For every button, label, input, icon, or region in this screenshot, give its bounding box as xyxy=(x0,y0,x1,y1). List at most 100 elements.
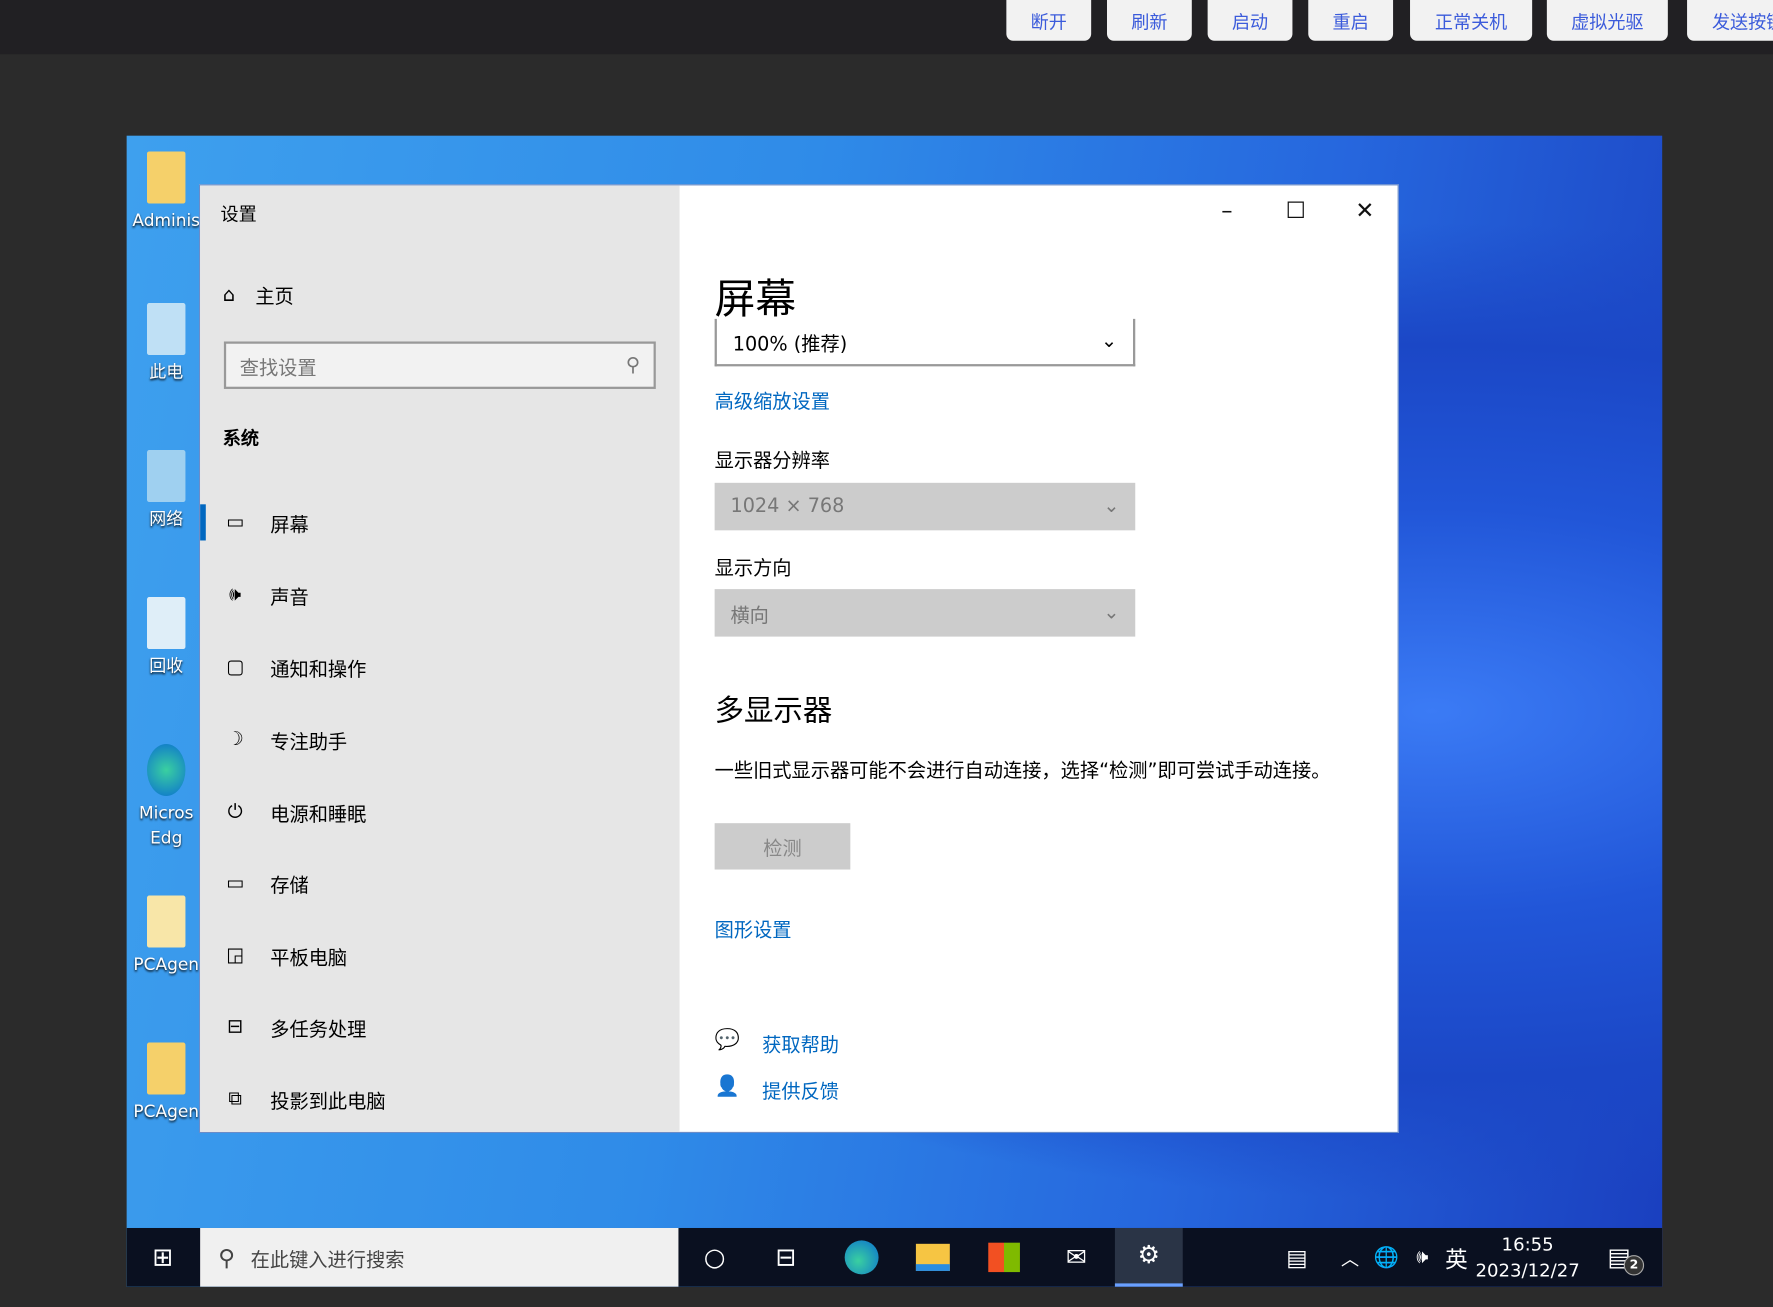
store-icon xyxy=(988,1242,1020,1273)
orientation-dropdown[interactable]: 横向 ⌄ xyxy=(714,589,1136,637)
send-keys-button[interactable]: 发送按键 xyxy=(1687,0,1773,41)
nav-label: 声音 xyxy=(270,586,309,609)
desktop-icon-pcagent-2[interactable]: PCAgen xyxy=(127,1042,206,1124)
resolution-dropdown[interactable]: 1024 × 768 ⌄ xyxy=(714,482,1136,531)
start-button[interactable]: 启动 xyxy=(1207,0,1293,41)
notification-icon: ▢ xyxy=(226,655,245,679)
shutdown-button[interactable]: 正常关机 xyxy=(1410,0,1533,41)
settings-search-input[interactable]: 查找设置 ⚲ xyxy=(223,341,656,389)
detect-button[interactable]: 检测 xyxy=(714,823,851,870)
nav-storage[interactable]: ▭ 存储 xyxy=(200,860,679,905)
nav-label: 平板电脑 xyxy=(270,946,348,970)
desktop-icon-edge[interactable]: Micros Edg xyxy=(127,744,206,850)
help-icon: 💬 xyxy=(714,1027,740,1052)
feedback-link[interactable]: 提供反馈 xyxy=(762,1075,839,1104)
taskbar-search-input[interactable]: ⚲ 在此键入进行搜索 xyxy=(200,1227,679,1287)
notification-count: 2 xyxy=(1623,1255,1645,1276)
edge-taskbar-button[interactable] xyxy=(828,1228,896,1287)
nav-multitasking[interactable]: ⊟ 多任务处理 xyxy=(200,1004,679,1049)
nav-sound[interactable]: 🕪 声音 xyxy=(200,572,679,617)
section-heading: 系统 xyxy=(222,427,259,449)
edge-icon xyxy=(146,744,186,797)
desktop-icon-admin[interactable]: Adminis xyxy=(127,151,206,233)
icon-label: 网络 xyxy=(149,508,184,530)
nav-power-sleep[interactable]: ⏻ 电源和睡眠 xyxy=(200,789,679,834)
icon-label: PCAgen xyxy=(133,1101,200,1122)
advanced-scaling-link[interactable]: 高级缩放设置 xyxy=(715,386,830,414)
icon-label: PCAgen xyxy=(133,954,200,975)
page-title: 屏幕 xyxy=(714,277,797,324)
scale-dropdown[interactable]: 100% (推荐) ⌄ xyxy=(714,318,1136,367)
minimize-button[interactable]: – xyxy=(1210,197,1244,224)
refresh-button[interactable]: 刷新 xyxy=(1106,0,1192,41)
orientation-value: 横向 xyxy=(730,604,769,627)
ime-button[interactable]: 英 xyxy=(1439,1228,1473,1287)
gear-icon: ⚙ xyxy=(1137,1241,1160,1270)
icon-label: 回收 xyxy=(149,655,184,677)
windows-icon: ⊞ xyxy=(152,1243,174,1272)
home-link[interactable]: ⌂ 主页 xyxy=(223,280,294,308)
user-folder-icon xyxy=(146,151,186,204)
desktop-icon-pcagent-1[interactable]: PCAgen xyxy=(127,895,206,977)
taskbar: ⊞ ⚲ 在此键入进行搜索 ○ ⊟ ✉ ⚙ ▤ ︿ 🌐 🕪 英 16:55 2023/… xyxy=(126,1227,1663,1287)
nav-tablet[interactable]: ◲ 平板电脑 xyxy=(200,933,679,978)
desktop-icon-recycle-bin[interactable]: 回收 xyxy=(127,597,206,678)
desktop-icon-this-pc[interactable]: 此电 xyxy=(127,303,206,384)
file-explorer-button[interactable] xyxy=(899,1228,967,1287)
monitor-icon: ▭ xyxy=(226,511,245,534)
clock[interactable]: 16:55 2023/12/27 xyxy=(1474,1231,1580,1283)
start-button[interactable]: ⊞ xyxy=(129,1228,197,1287)
nav-focus-assist[interactable]: ☽ 专注助手 xyxy=(200,717,679,762)
icon-label: Adminis xyxy=(132,210,201,231)
action-center-button[interactable]: ▤ 2 xyxy=(1585,1228,1653,1287)
news-button[interactable]: ▤ xyxy=(1263,1228,1331,1287)
show-hidden-icons-button[interactable]: ︿ xyxy=(1333,1228,1367,1287)
vm-desktop: Adminis 此电 网络 回收 Micros Edg PCAgen PCAgen… xyxy=(126,135,1663,1287)
resolution-label: 显示器分辨率 xyxy=(714,450,830,473)
news-icon: ▤ xyxy=(1286,1243,1308,1271)
home-icon: ⌂ xyxy=(222,283,235,306)
mail-button[interactable]: ✉ xyxy=(1043,1228,1111,1287)
date: 2023/12/27 xyxy=(1475,1259,1580,1282)
search-placeholder: 在此键入进行搜索 xyxy=(250,1248,405,1272)
icon-label: 此电 xyxy=(149,361,184,383)
nav-label: 屏幕 xyxy=(270,513,309,537)
chevron-up-icon: ︿ xyxy=(1341,1248,1360,1270)
nav-project[interactable]: ⧉ 投影到此电脑 xyxy=(200,1076,679,1121)
virtual-drive-button[interactable]: 虚拟光驱 xyxy=(1546,0,1668,41)
nav-label: 投影到此电脑 xyxy=(270,1090,386,1114)
window-title: 设置 xyxy=(220,203,257,226)
home-label: 主页 xyxy=(255,286,294,309)
globe-icon: 🌐 xyxy=(1373,1245,1399,1270)
maximize-button[interactable]: ☐ xyxy=(1279,197,1313,224)
power-icon: ⏻ xyxy=(227,800,243,824)
disconnect-button[interactable]: 断开 xyxy=(1006,0,1092,41)
resolution-value: 1024 × 768 xyxy=(730,495,845,518)
nav-display[interactable]: ▭ 屏幕 xyxy=(200,500,679,545)
settings-taskbar-button[interactable]: ⚙ xyxy=(1114,1227,1183,1287)
vm-toolbar: 断开 刷新 启动 重启 正常关机 虚拟光驱 发送按键 xyxy=(0,0,1773,55)
orientation-label: 显示方向 xyxy=(714,557,792,581)
desktop-icon-network[interactable]: 网络 xyxy=(127,450,206,531)
moon-icon: ☽ xyxy=(226,728,244,751)
get-help-link[interactable]: 获取帮助 xyxy=(762,1029,839,1058)
network-tray-button[interactable]: 🌐 xyxy=(1369,1228,1403,1287)
chevron-down-icon: ⌄ xyxy=(1103,495,1120,518)
speaker-icon: 🕪 xyxy=(229,583,242,607)
restart-button[interactable]: 重启 xyxy=(1308,0,1394,41)
search-icon: ⚲ xyxy=(218,1243,235,1271)
folder-icon xyxy=(915,1243,950,1271)
volume-button[interactable]: 🕪 xyxy=(1406,1228,1440,1287)
close-button[interactable]: ✕ xyxy=(1348,197,1382,224)
circle-icon: ○ xyxy=(703,1243,726,1272)
store-button[interactable] xyxy=(970,1228,1038,1287)
settings-content: – ☐ ✕ 屏幕 100% (推荐) ⌄ 高级缩放设置 显示器分辨率 1024 ×… xyxy=(680,185,1398,1131)
cortana-button[interactable]: ○ xyxy=(681,1228,749,1287)
network-icon xyxy=(146,450,186,503)
graphics-settings-link[interactable]: 图形设置 xyxy=(715,914,792,942)
feedback-icon: 👤 xyxy=(714,1074,740,1098)
task-view-button[interactable]: ⊟ xyxy=(752,1228,820,1287)
speaker-icon: 🕪 xyxy=(1416,1246,1429,1269)
icon-label: Edg xyxy=(150,827,183,849)
nav-notifications[interactable]: ▢ 通知和操作 xyxy=(200,645,679,690)
